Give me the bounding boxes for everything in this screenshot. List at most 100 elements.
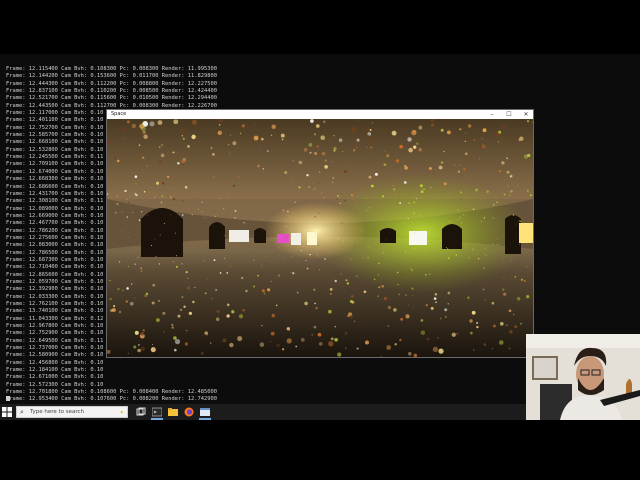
maximize-button[interactable]: ☐ [502, 110, 516, 119]
speck [163, 330, 165, 333]
speck [443, 150, 445, 153]
speck [391, 130, 397, 136]
speck [530, 241, 531, 243]
speck [411, 287, 414, 290]
speck [408, 202, 411, 205]
speck [411, 294, 414, 297]
speck [170, 196, 172, 198]
speck [499, 170, 502, 173]
speck [181, 159, 185, 164]
speck [352, 198, 356, 201]
speck [285, 159, 288, 161]
speck [508, 309, 512, 313]
speck [378, 262, 380, 265]
speck [476, 325, 479, 329]
speck [161, 181, 165, 185]
speck [365, 134, 371, 139]
speck [443, 182, 447, 186]
speck [490, 317, 492, 319]
speck [456, 333, 458, 335]
speck [201, 211, 203, 213]
speck [317, 182, 319, 184]
speck [354, 320, 356, 322]
speck [396, 271, 399, 274]
speck [253, 234, 255, 236]
speck [179, 128, 185, 134]
console-app-icon[interactable] [152, 407, 162, 417]
speck [117, 287, 120, 291]
speck [126, 216, 128, 218]
speck [412, 307, 414, 309]
render-window-title: Space [111, 111, 127, 117]
speck [204, 331, 208, 335]
speck [420, 319, 424, 322]
speck [116, 195, 119, 197]
speck [509, 330, 513, 334]
speck [155, 181, 160, 185]
speck [191, 213, 193, 216]
speck [270, 331, 275, 336]
speck [352, 149, 356, 152]
speck [397, 283, 399, 286]
speck [481, 144, 486, 149]
minimize-button[interactable]: – [485, 110, 499, 119]
windows-logo-icon[interactable] [2, 407, 12, 417]
speck [433, 297, 437, 300]
task-view-icon[interactable] [136, 407, 146, 417]
speck [146, 165, 148, 167]
speck [492, 348, 493, 350]
speck [122, 126, 128, 132]
speck [132, 211, 134, 213]
speck [118, 199, 120, 201]
speck [140, 346, 145, 352]
speck [425, 159, 427, 161]
close-button[interactable]: ✕ [519, 110, 533, 119]
speck [229, 134, 231, 136]
speck [208, 226, 210, 228]
console-titlebar[interactable] [0, 54, 640, 66]
speck [205, 217, 207, 220]
speck [128, 202, 130, 204]
speck [454, 164, 456, 166]
speck [194, 286, 196, 289]
speck [381, 284, 385, 288]
speck [147, 214, 149, 216]
speck [342, 150, 344, 152]
speck [355, 275, 358, 278]
render-window-titlebar[interactable]: Space – ☐ ✕ [107, 110, 533, 119]
speck [339, 202, 342, 205]
speck [232, 141, 237, 146]
console-line: Frame: 12.444300 Cam Bvh: 0.112200 Pc: 0… [6, 80, 217, 87]
speck [174, 232, 176, 234]
rendered-scene[interactable] [107, 119, 533, 357]
speck [475, 188, 478, 192]
speck [318, 171, 321, 173]
speck [462, 214, 465, 216]
speck [483, 217, 486, 219]
file-explorer-icon[interactable] [168, 407, 178, 417]
speck [256, 137, 258, 140]
active-window-icon[interactable] [200, 407, 210, 417]
speck [499, 340, 504, 345]
speck [245, 289, 248, 293]
speck [143, 134, 148, 139]
speck [485, 254, 487, 256]
speck [158, 263, 161, 265]
speck [181, 214, 184, 216]
speck [122, 289, 124, 292]
render-window[interactable]: Space – ☐ ✕ [106, 109, 534, 358]
taskbar-search-box[interactable]: ⌕ Type here to search ✦ [16, 406, 128, 418]
speck [482, 288, 485, 291]
speck [154, 238, 156, 240]
speck [314, 151, 318, 156]
console-cursor [6, 396, 10, 401]
speck [145, 292, 149, 296]
speck [484, 247, 486, 249]
speck [386, 130, 388, 133]
firefox-icon[interactable] [184, 407, 194, 417]
speck [351, 129, 355, 134]
speck [201, 201, 203, 203]
speck [471, 147, 474, 150]
speck [387, 325, 390, 327]
speck [460, 198, 462, 200]
